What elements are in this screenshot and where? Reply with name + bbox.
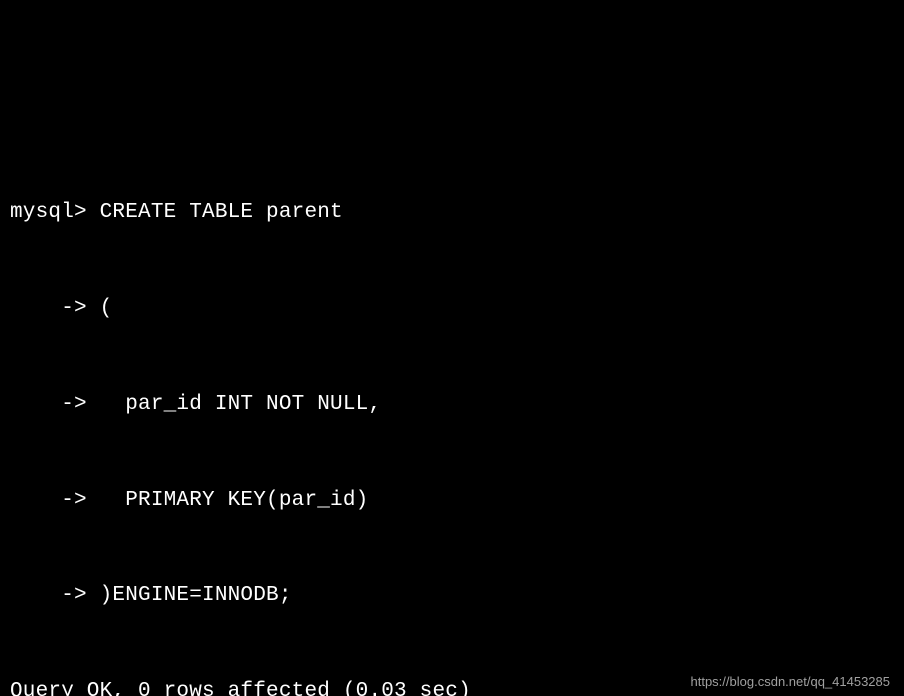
watermark-text: https://blog.csdn.net/qq_41453285 [691, 672, 891, 692]
terminal-output: mysql> CREATE TABLE parent -> ( -> par_i… [10, 134, 894, 696]
terminal-line: -> PRIMARY KEY(par_id) [10, 485, 894, 517]
terminal-line: mysql> CREATE TABLE parent [10, 197, 894, 229]
terminal-line: -> par_id INT NOT NULL, [10, 389, 894, 421]
terminal-line: -> ( [10, 293, 894, 325]
terminal-line: -> )ENGINE=INNODB; [10, 580, 894, 612]
